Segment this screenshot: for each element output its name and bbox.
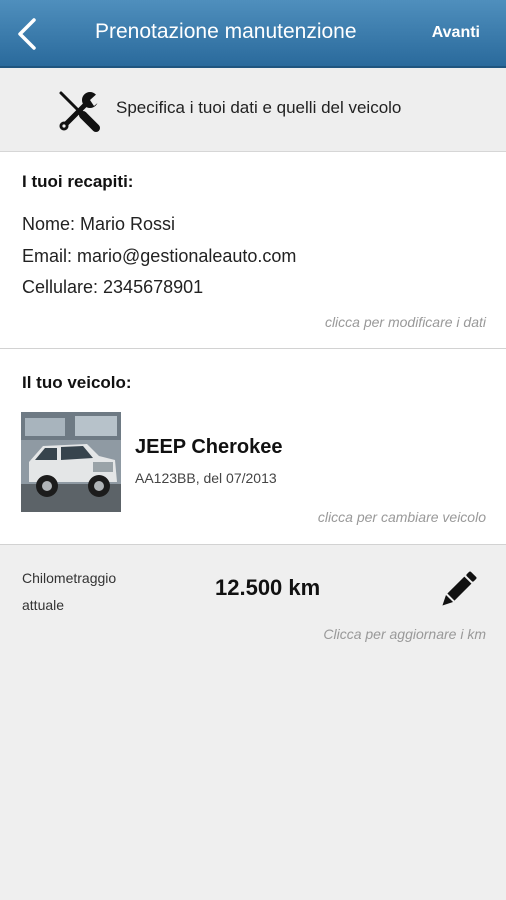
edit-contacts-hint[interactable]: clicca per modificare i dati xyxy=(325,314,486,330)
update-km-hint[interactable]: Clicca per aggiornare i km xyxy=(323,626,486,642)
vehicle-title: Il tuo veicolo: xyxy=(22,373,132,392)
change-vehicle-hint[interactable]: clicca per cambiare veicolo xyxy=(318,509,486,525)
vehicle-photo xyxy=(21,412,121,512)
contact-phone: Cellulare: 2345678901 xyxy=(22,277,204,297)
mileage-value: 12.500 km xyxy=(215,575,321,600)
contact-name: Nome: Mario Rossi xyxy=(22,214,176,234)
vehicle-name: JEEP Cherokee xyxy=(135,436,283,458)
page-title: Prenotazione manutenzione xyxy=(95,20,357,43)
tools-icon xyxy=(59,91,100,132)
contacts-title: I tuoi recapiti: xyxy=(22,172,134,191)
intro-text: Specifica i tuoi dati e quelli del veico… xyxy=(116,98,402,117)
mileage-label: Chilometraggio attuale xyxy=(22,570,117,613)
contact-email: Email: mario@gestionaleauto.com xyxy=(22,246,297,266)
pencil-icon[interactable] xyxy=(436,568,480,612)
app-header: Prenotazione manutenzione Avanti xyxy=(0,0,506,68)
chevron-left-icon xyxy=(18,18,36,50)
next-button[interactable]: Avanti xyxy=(432,24,480,42)
back-button[interactable] xyxy=(14,16,42,52)
vehicle-plate: AA123BB, del 07/2013 xyxy=(135,470,277,486)
